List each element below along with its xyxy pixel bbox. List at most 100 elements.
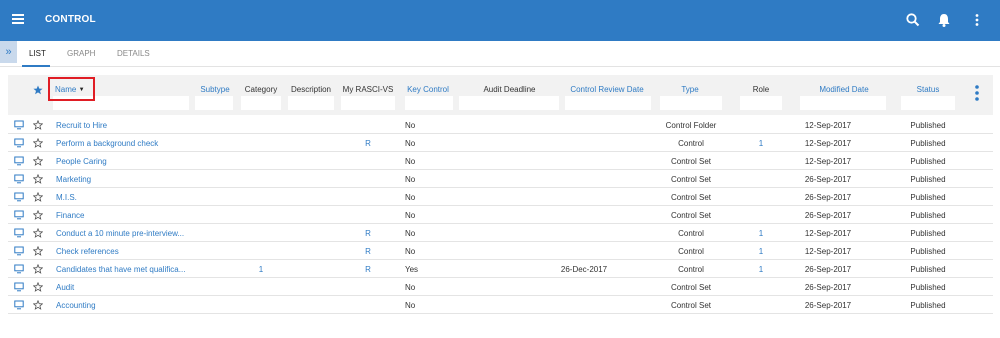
row-rasci: R [365,229,371,238]
table-row[interactable]: Audit No Control Set 26-Sep-2017 Publish… [8,278,993,296]
filter-description-input[interactable] [288,96,334,110]
row-key-control: No [405,283,416,292]
filter-role-input[interactable] [740,96,782,110]
monitor-icon[interactable] [14,246,24,256]
row-key-control: No [405,229,416,238]
row-modified: 12-Sep-2017 [804,247,852,256]
column-header-status[interactable]: Status [903,85,953,94]
monitor-icon[interactable] [14,156,24,166]
filter-subtype-input[interactable] [195,96,233,110]
row-name[interactable]: Recruit to Hire [56,121,107,130]
row-type: Control Set [670,175,712,184]
table-row[interactable]: People Caring No Control Set 12-Sep-2017… [8,152,993,170]
filter-modified-input[interactable] [800,96,886,110]
table-row[interactable]: Finance No Control Set 26-Sep-2017 Publi… [8,206,993,224]
row-name[interactable]: Candidates that have met qualifica... [56,265,185,274]
row-modified: 12-Sep-2017 [804,139,852,148]
row-name[interactable]: Audit [56,283,74,292]
filter-category-input[interactable] [241,96,281,110]
table-row[interactable]: Candidates that have met qualifica... 1 … [8,260,993,278]
row-status: Published [910,229,946,238]
star-outline-icon[interactable] [33,138,43,148]
table-row[interactable]: Recruit to Hire No Control Folder 12-Sep… [8,116,993,134]
row-name[interactable]: Perform a background check [56,139,158,148]
row-role: 1 [758,229,764,238]
row-name[interactable]: M.I.S. [56,193,77,202]
filter-rasci-input[interactable] [341,96,395,110]
column-header-review-date[interactable]: Control Review Date [563,85,651,94]
column-header-type[interactable]: Type [660,85,720,94]
row-name[interactable]: Marketing [56,175,91,184]
column-header-role[interactable]: Role [743,85,779,94]
menu-icon[interactable] [12,14,24,24]
tab-details[interactable]: DETAILS [117,49,150,58]
star-filled-icon[interactable] [33,85,43,95]
table-row[interactable]: Conduct a 10 minute pre-interview... R N… [8,224,993,242]
row-modified: 26-Sep-2017 [804,193,852,202]
row-name[interactable]: Finance [56,211,84,220]
star-outline-icon[interactable] [33,228,43,238]
monitor-icon[interactable] [14,228,24,238]
row-type: Control Set [670,283,712,292]
row-key-control: Yes [405,265,419,274]
row-name[interactable]: Accounting [56,301,96,310]
table-row[interactable]: Check references R No Control 1 12-Sep-2… [8,242,993,260]
table-row[interactable]: Marketing No Control Set 26-Sep-2017 Pub… [8,170,993,188]
filter-type-input[interactable] [660,96,722,110]
row-rasci: R [365,139,371,148]
star-outline-icon[interactable] [33,282,43,292]
row-rasci: R [365,265,371,274]
row-status: Published [910,283,946,292]
expand-panel-icon[interactable]: » [0,41,17,63]
table-row[interactable]: Perform a background check R No Control … [8,134,993,152]
monitor-icon[interactable] [14,174,24,184]
row-name[interactable]: People Caring [56,157,107,166]
table-row[interactable]: M.I.S. No Control Set 26-Sep-2017 Publis… [8,188,993,206]
row-status: Published [910,193,946,202]
star-outline-icon[interactable] [33,264,43,274]
star-outline-icon[interactable] [33,246,43,256]
monitor-icon[interactable] [14,282,24,292]
row-name[interactable]: Check references [56,247,119,256]
column-header-description[interactable]: Description [287,85,335,94]
tab-graph[interactable]: GRAPH [67,49,95,58]
row-modified: 26-Sep-2017 [804,175,852,184]
star-outline-icon[interactable] [33,300,43,310]
filter-review-date-input[interactable] [565,96,651,110]
monitor-icon[interactable] [14,210,24,220]
search-icon[interactable] [905,12,921,28]
star-outline-icon[interactable] [33,174,43,184]
more-vert-icon[interactable] [969,12,985,28]
column-header-category[interactable]: Category [242,85,280,94]
name-header-highlight [48,77,95,101]
table-row[interactable]: Accounting No Control Set 26-Sep-2017 Pu… [8,296,993,314]
monitor-icon[interactable] [14,300,24,310]
filter-key-control-input[interactable] [405,96,453,110]
row-rasci: R [365,247,371,256]
bell-icon[interactable] [936,12,952,28]
monitor-icon[interactable] [14,120,24,130]
column-header-subtype[interactable]: Subtype [198,85,232,94]
row-name[interactable]: Conduct a 10 minute pre-interview... [56,229,184,238]
column-header-rasci[interactable]: My RASCI-VS [339,85,397,94]
column-header-audit-deadline[interactable]: Audit Deadline [463,85,556,94]
tab-list[interactable]: LIST [29,49,46,58]
star-outline-icon[interactable] [33,156,43,166]
row-type: Control [678,139,704,148]
column-options-icon[interactable] [972,84,982,102]
star-outline-icon[interactable] [33,210,43,220]
star-outline-icon[interactable] [33,192,43,202]
row-role: 1 [758,265,764,274]
star-outline-icon[interactable] [33,120,43,130]
monitor-icon[interactable] [14,192,24,202]
column-header-modified[interactable]: Modified Date [808,85,880,94]
row-modified: 26-Sep-2017 [804,301,852,310]
monitor-icon[interactable] [14,138,24,148]
filter-audit-deadline-input[interactable] [459,96,559,110]
app-bar: CONTROL [0,0,1000,41]
tab-bar: » LIST GRAPH DETAILS [0,41,1000,67]
row-key-control: No [405,211,416,220]
column-header-key-control[interactable]: Key Control [404,85,452,94]
monitor-icon[interactable] [14,264,24,274]
filter-status-input[interactable] [901,96,955,110]
